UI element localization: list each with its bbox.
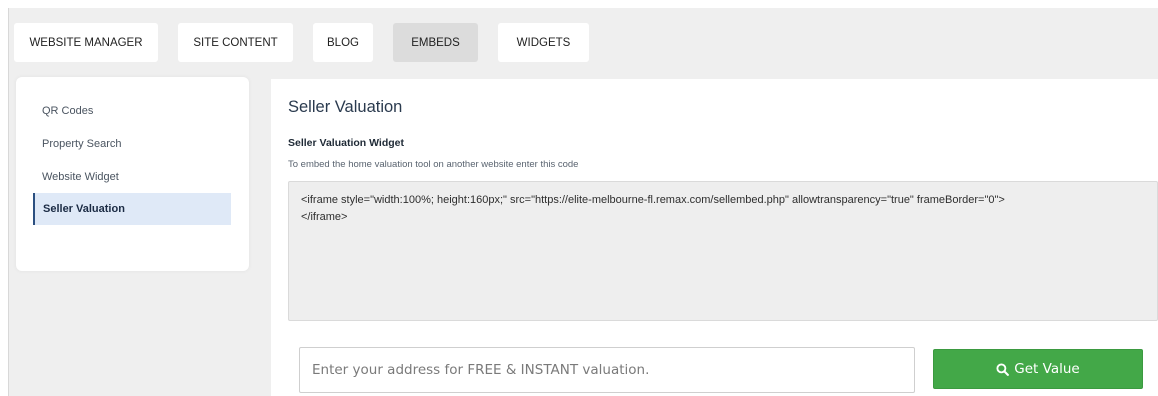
tab-blog[interactable]: BLOG <box>313 23 373 62</box>
page-title: Seller Valuation <box>288 98 403 116</box>
sidebar-item-seller-valuation[interactable]: Seller Valuation <box>33 193 231 225</box>
sidebar-item-qr-codes[interactable]: QR Codes <box>33 95 231 127</box>
sidebar-item-property-search[interactable]: Property Search <box>33 128 231 160</box>
top-strip <box>0 0 1158 8</box>
embeds-sidebar: QR Codes Property Search Website Widget … <box>16 77 249 271</box>
tab-widgets[interactable]: WIDGETS <box>498 23 589 62</box>
widget-title: Seller Valuation Widget <box>288 137 405 149</box>
tab-website-manager[interactable]: WEBSITE MANAGER <box>14 23 158 62</box>
get-value-button[interactable]: Get Value <box>933 349 1143 389</box>
tab-embeds[interactable]: EMBEDS <box>393 23 478 62</box>
embed-code-textarea[interactable]: <iframe style="width:100%; height:160px;… <box>288 181 1158 321</box>
tab-site-content[interactable]: SITE CONTENT <box>178 23 293 62</box>
get-value-label: Get Value <box>1014 361 1080 377</box>
address-input[interactable] <box>299 347 915 393</box>
embed-description: To embed the home valuation tool on anot… <box>288 159 579 170</box>
sidebar-item-website-widget[interactable]: Website Widget <box>33 161 231 193</box>
top-nav-tabs: WEBSITE MANAGER SITE CONTENT BLOG EMBEDS… <box>14 23 609 62</box>
main-content: Seller Valuation Seller Valuation Widget… <box>271 79 1158 396</box>
search-icon <box>996 362 1010 376</box>
